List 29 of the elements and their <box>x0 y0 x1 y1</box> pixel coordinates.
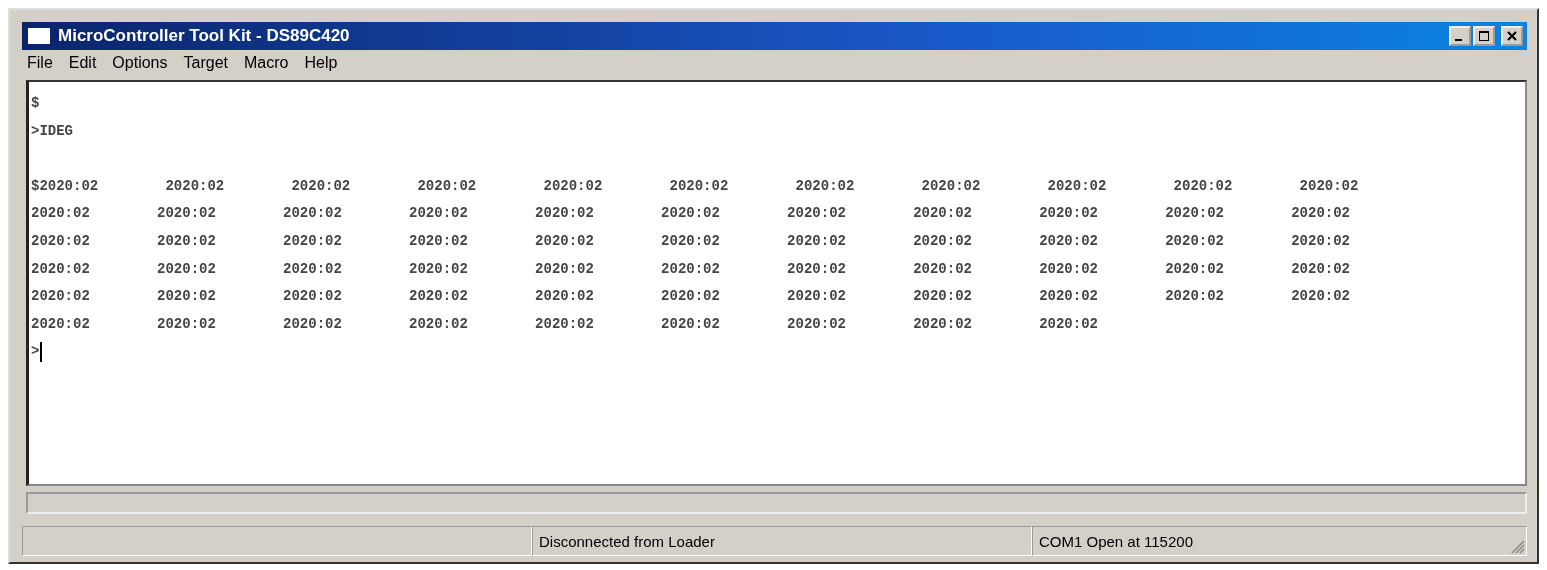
minimize-icon <box>1455 39 1462 41</box>
status-connection: Disconnected from Loader <box>532 526 1032 556</box>
window-title: MicroController Tool Kit - DS89C420 <box>58 26 351 46</box>
menu-item[interactable]: Help <box>303 54 339 72</box>
window-icon <box>28 28 50 44</box>
close-button[interactable] <box>1501 26 1523 46</box>
terminal-line: 2020:02 2020:02 2020:02 2020:02 2020:02 2020:02 2020:02 2020:02 2020:02 2020:02 2020:02 <box>31 204 1351 224</box>
menu-item[interactable]: Target <box>182 54 229 72</box>
terminal-line: $ <box>31 94 41 113</box>
minimize-button[interactable] <box>1449 26 1471 46</box>
terminal-line: 2020:02 2020:02 2020:02 2020:02 2020:02 2020:02 2020:02 2020:02 2020:02 2020:02 2020:02 <box>31 259 1351 279</box>
menu-item[interactable]: Edit <box>67 54 98 72</box>
text-cursor <box>40 342 43 363</box>
maximize-icon <box>1478 30 1490 42</box>
terminal-line: >IDEG <box>31 121 74 141</box>
terminal-line: $2020:02 2020:02 2020:02 2020:02 2020:02 2020:02 2020:02 2020:02 2020:02 2020:02 2020:02 <box>31 176 1360 196</box>
menu-item[interactable]: File <box>26 54 54 72</box>
maximize-button[interactable] <box>1473 26 1495 46</box>
terminal-line: 2020:02 2020:02 2020:02 2020:02 2020:02 2020:02 2020:02 2020:02 2020:02 2020:02 2020:02 <box>31 287 1351 307</box>
close-icon <box>1506 30 1518 42</box>
status-port: COM1 Open at 115200 <box>1032 526 1527 556</box>
menu-item[interactable]: Macro <box>242 54 290 72</box>
terminal-line: 2020:02 2020:02 2020:02 2020:02 2020:02 2020:02 2020:02 2020:02 2020:02 2020:02 2020:02 <box>31 231 1351 251</box>
resize-grip-icon[interactable] <box>1509 538 1525 554</box>
terminal-prompt: > <box>31 342 40 362</box>
terminal-line: 2020:02 2020:02 2020:02 2020:02 2020:02 2020:02 2020:02 2020:02 2020:02 <box>31 314 1099 334</box>
terminal-output[interactable] <box>26 80 1527 486</box>
menu-item[interactable]: Options <box>111 54 169 72</box>
horizontal-scrollbar[interactable] <box>26 492 1527 514</box>
